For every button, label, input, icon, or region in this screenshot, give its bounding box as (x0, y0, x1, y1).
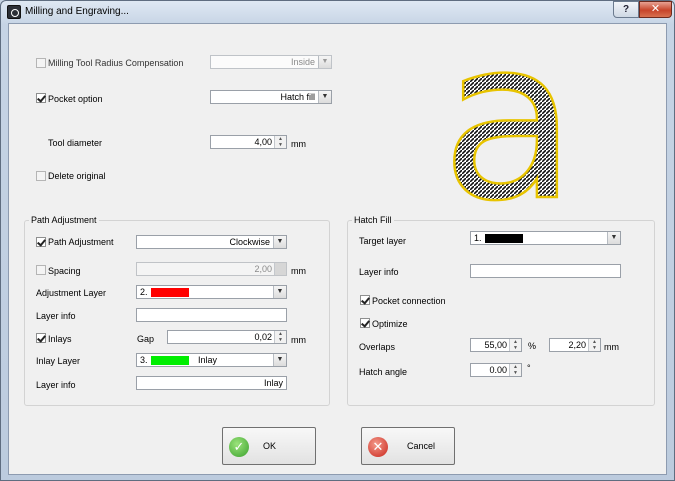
inlay-layer-label: Inlay Layer (36, 356, 81, 366)
spin-down-icon[interactable]: ▼ (589, 345, 600, 351)
pocket-option-value: Hatch fill (280, 92, 315, 102)
pocket-option-checkbox[interactable] (36, 93, 46, 103)
inlay-layer-color-swatch (151, 356, 189, 365)
spacing-unit: mm (291, 266, 306, 276)
inlays-checkbox[interactable] (36, 333, 46, 343)
title-bar[interactable]: Milling and Engraving... ? ✕ (1, 1, 674, 23)
inlay-layer-info-input[interactable]: Inlay (136, 376, 287, 390)
tool-radius-comp-checkbox[interactable] (36, 58, 46, 68)
spin-down-icon[interactable]: ▼ (510, 370, 521, 376)
spin-buttons[interactable]: ▲ ▼ (509, 339, 521, 351)
optimize-label: Optimize (372, 319, 408, 329)
target-layer-select[interactable]: 1. ▼ (470, 231, 621, 245)
path-adjustment-select[interactable]: Clockwise ▼ (136, 235, 287, 249)
chevron-down-icon: ▼ (318, 91, 331, 103)
tool-radius-comp-label: Milling Tool Radius Compensation (48, 58, 184, 68)
overlaps-percent-value: 55,00 (484, 340, 507, 350)
inlay-layer-number: 3. (140, 355, 148, 365)
hatch-layer-info-input[interactable] (470, 264, 621, 278)
ok-button-label: OK (263, 441, 277, 451)
target-layer-color-swatch (485, 234, 523, 243)
cancel-button[interactable]: ✕ Cancel (361, 427, 455, 465)
overlaps-mm-unit: mm (604, 342, 619, 352)
chevron-down-icon: ▼ (273, 236, 286, 248)
delete-original-label: Delete original (48, 171, 106, 181)
overlaps-percent-input[interactable]: 55,00 ▲ ▼ (470, 338, 522, 352)
gap-unit: mm (291, 335, 306, 345)
pocket-connection-label: Pocket connection (372, 296, 446, 306)
tool-diameter-unit: mm (291, 139, 306, 149)
target-layer-label: Target layer (359, 236, 407, 246)
hatch-fill-group-title: Hatch Fill (352, 215, 394, 225)
gap-input[interactable]: 0,02 ▲ ▼ (167, 330, 287, 344)
hatch-angle-value: 0.00 (489, 365, 507, 375)
spacing-value: 2,00 (254, 264, 272, 274)
overlaps-mm-value: 2,20 (568, 340, 586, 350)
inlay-layer-select[interactable]: 3. Inlay ▼ (136, 353, 287, 367)
hatch-angle-label: Hatch angle (359, 367, 408, 377)
adjustment-layer-select[interactable]: 2. ▼ (136, 285, 287, 299)
spin-buttons[interactable]: ▲ ▼ (274, 136, 286, 148)
check-icon: ✓ (229, 437, 249, 457)
hatch-angle-unit: ° (527, 363, 531, 373)
tool-radius-comp-select[interactable]: Inside ▼ (210, 55, 332, 69)
spacing-input[interactable]: 2,00 (136, 262, 287, 276)
tool-diameter-value: 4,00 (254, 137, 272, 147)
path-adjustment-group-title: Path Adjustment (29, 215, 99, 225)
spacing-label: Spacing (48, 266, 81, 276)
gap-label: Gap (137, 334, 155, 344)
chevron-down-icon: ▼ (273, 354, 286, 366)
overlaps-label: Overlaps (359, 342, 396, 352)
target-layer-number: 1. (474, 233, 482, 243)
spacing-checkbox[interactable] (36, 265, 46, 275)
cancel-x-icon: ✕ (368, 437, 388, 457)
dialog-client-area: Milling Tool Radius Compensation Inside … (8, 23, 667, 475)
layer-info-label: Layer info (36, 311, 76, 321)
chevron-down-icon: ▼ (607, 232, 620, 244)
overlaps-mm-input[interactable]: 2,20 ▲ ▼ (549, 338, 601, 352)
chevron-down-icon: ▼ (318, 56, 331, 68)
optimize-checkbox[interactable] (360, 318, 370, 328)
pocket-option-label: Pocket option (48, 94, 103, 104)
path-adjustment-checkbox[interactable] (36, 237, 46, 247)
tool-radius-comp-value: Inside (290, 57, 315, 67)
overlaps-percent-unit: % (528, 341, 537, 351)
layer-info-label: Layer info (36, 380, 76, 390)
hatch-angle-input[interactable]: 0.00 ▲ ▼ (470, 363, 522, 377)
adjustment-layer-color-swatch (151, 288, 189, 297)
adjustment-layer-number: 2. (140, 287, 148, 297)
spin-buttons[interactable]: ▲ ▼ (509, 364, 521, 376)
spin-buttons[interactable]: ▲ ▼ (274, 331, 286, 343)
dialog-window: Milling and Engraving... ? ✕ Milling Too… (0, 0, 675, 481)
spin-down-icon[interactable]: ▼ (275, 142, 286, 148)
inlay-layer-info-value: Inlay (263, 378, 283, 388)
chevron-down-icon: ▼ (273, 286, 286, 298)
spin-buttons[interactable] (274, 263, 286, 275)
path-adjustment-value: Clockwise (229, 237, 270, 247)
spin-down-icon[interactable]: ▼ (275, 337, 286, 343)
pocket-connection-checkbox[interactable] (360, 295, 370, 305)
preview-glyph-letter: a (441, 34, 577, 202)
path-adjustment-label: Path Adjustment (48, 237, 114, 247)
cancel-button-label: Cancel (407, 441, 436, 451)
delete-original-checkbox[interactable] (36, 171, 46, 181)
tool-diameter-label: Tool diameter (48, 138, 103, 148)
close-button[interactable]: ✕ (639, 1, 672, 18)
spin-buttons[interactable]: ▲ ▼ (588, 339, 600, 351)
ok-button[interactable]: ✓ OK (222, 427, 316, 465)
preview-glyph: a (440, 34, 579, 202)
spin-down-icon[interactable]: ▼ (510, 345, 521, 351)
adjustment-layer-label: Adjustment Layer (36, 288, 107, 298)
app-icon (7, 5, 21, 19)
tool-diameter-input[interactable]: 4,00 ▲ ▼ (210, 135, 287, 149)
inlays-label: Inlays (48, 334, 72, 344)
inlay-layer-name: Inlay (198, 355, 218, 365)
help-button[interactable]: ? (613, 1, 639, 18)
layer-info-input[interactable] (136, 308, 287, 322)
gap-value: 0,02 (254, 332, 272, 342)
pocket-option-select[interactable]: Hatch fill ▼ (210, 90, 332, 104)
window-title: Milling and Engraving... (25, 6, 129, 17)
hatch-fill-group (347, 220, 655, 406)
hatch-layer-info-label: Layer info (359, 267, 399, 277)
